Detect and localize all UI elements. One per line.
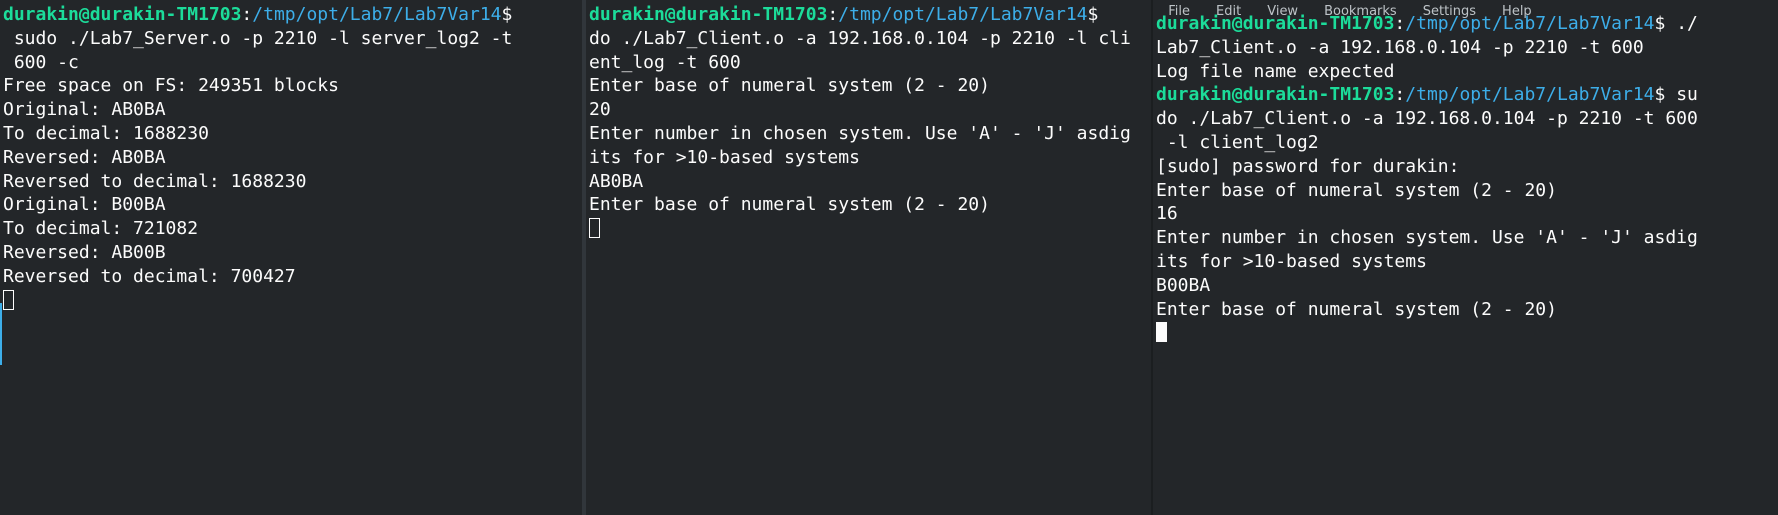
text-cursor (1156, 322, 1167, 343)
output-line: Enter number in chosen system. Use 'A' -… (589, 122, 1131, 144)
focus-indicator (0, 303, 2, 365)
command-text: su (1665, 84, 1698, 106)
input-line: 16 (1156, 203, 1178, 225)
prompt-path: /tmp/opt/Lab7/Lab7Var14 (252, 4, 502, 25)
output-line: [sudo] password for durakin: (1156, 155, 1460, 177)
output-line: Enter number in chosen system. Use 'A' -… (1156, 227, 1698, 249)
output-line: Free space on FS: 249351 blocks (3, 75, 339, 97)
prompt-separator: : (827, 4, 839, 25)
cursor-line (3, 289, 582, 313)
prompt-path: /tmp/opt/Lab7/Lab7Var14 (838, 4, 1088, 25)
output-line: its for >10-based systems (589, 146, 860, 168)
terminal-output: durakin@durakin-TM1703:/tmp/opt/Lab7/Lab… (3, 3, 582, 312)
prompt-user-host: durakin@durakin-TM1703 (3, 4, 242, 25)
prompt-dollar: $ (1087, 4, 1099, 25)
cursor-line (1156, 321, 1778, 345)
menu-view[interactable]: View (1267, 4, 1298, 19)
prompt-line: durakin@durakin-TM1703:/tmp/opt/Lab7/Lab… (3, 3, 582, 27)
input-line: 20 (589, 99, 611, 121)
cursor-line (589, 217, 1151, 241)
prompt-line: durakin@durakin-TM1703:/tmp/opt/Lab7/Lab… (1156, 83, 1778, 107)
command-line: do ./Lab7_Client.o -a 192.168.0.104 -p 2… (589, 27, 1131, 49)
output-line: To decimal: 1688230 (3, 122, 209, 144)
prompt-line: durakin@durakin-TM1703:/tmp/opt/Lab7/Lab… (589, 3, 1151, 27)
output-line: Log file name expected (1156, 60, 1395, 82)
command-line-wrap: -l client_log2 (1156, 131, 1319, 153)
output-line: Reversed to decimal: 700427 (3, 265, 296, 287)
output-line: Enter base of numeral system (2 - 20) (1156, 298, 1557, 320)
output-line: its for >10-based systems (1156, 250, 1427, 272)
prompt-dollar: $ (501, 4, 513, 25)
text-cursor (589, 218, 600, 239)
prompt-user-host: durakin@durakin-TM1703 (1156, 84, 1395, 106)
terminal-output: durakin@durakin-TM1703:/tmp/opt/Lab7/Lab… (589, 3, 1151, 241)
prompt-separator: : (241, 4, 253, 25)
output-line: To decimal: 721082 (3, 218, 199, 240)
prompt-user-host: durakin@durakin-TM1703 (589, 4, 828, 25)
menu-edit[interactable]: Edit (1216, 4, 1241, 19)
command-line-wrap: do ./Lab7_Client.o -a 192.168.0.104 -p 2… (1156, 108, 1698, 130)
command-line-wrap: ent_log -t 600 (589, 51, 741, 73)
prompt-path: /tmp/opt/Lab7/Lab7Var14 (1405, 84, 1655, 106)
menu-help[interactable]: Help (1502, 4, 1532, 19)
command-text: ./ (1665, 13, 1698, 34)
output-line: Reversed: AB0BA (3, 146, 166, 168)
prompt-dollar: $ (1654, 84, 1666, 106)
output-line: Reversed to decimal: 1688230 (3, 170, 307, 192)
input-line: B00BA (1156, 274, 1211, 296)
output-line: Original: B00BA (3, 194, 166, 216)
terminal-pane-client-1[interactable]: durakin@durakin-TM1703:/tmp/opt/Lab7/Lab… (586, 0, 1151, 515)
output-line: Enter base of numeral system (2 - 20) (589, 75, 990, 97)
command-line-wrap: 600 -c (3, 51, 79, 73)
menu-bookmarks[interactable]: Bookmarks (1324, 4, 1397, 19)
input-line: AB0BA (589, 170, 644, 192)
terminal-pane-client-2[interactable]: durakin@durakin-TM1703:/tmp/opt/Lab7/Lab… (1153, 0, 1778, 515)
terminal-output: durakin@durakin-TM1703:/tmp/opt/Lab7/Lab… (1156, 12, 1778, 345)
output-line: Enter base of numeral system (2 - 20) (589, 194, 990, 216)
prompt-dollar: $ (1654, 13, 1666, 34)
menubar: File Edit View Bookmarks Settings Help (1160, 0, 1558, 18)
command-line-wrap: Lab7_Client.o -a 192.168.0.104 -p 2210 -… (1156, 36, 1644, 58)
output-line: Original: AB0BA (3, 99, 166, 121)
terminal-pane-server[interactable]: durakin@durakin-TM1703:/tmp/opt/Lab7/Lab… (0, 0, 582, 515)
menu-settings[interactable]: Settings (1423, 4, 1476, 19)
text-cursor (3, 289, 14, 310)
output-line: Reversed: AB00B (3, 241, 166, 263)
prompt-separator: : (1394, 84, 1406, 106)
menu-file[interactable]: File (1168, 4, 1190, 19)
command-line: sudo ./Lab7_Server.o -p 2210 -l server_l… (3, 27, 513, 49)
output-line: Enter base of numeral system (2 - 20) (1156, 179, 1557, 201)
